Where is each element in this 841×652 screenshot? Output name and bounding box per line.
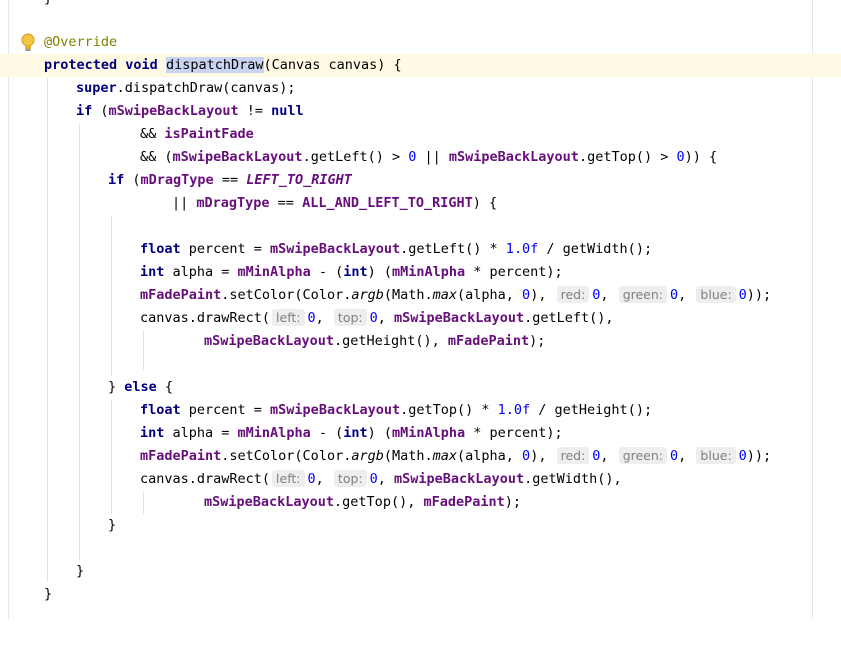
code-line[interactable]: if (mSwipeBackLayout != null: [0, 100, 841, 123]
code-line[interactable]: canvas.drawRect(left: 0, top: 0, mSwipeBac…: [0, 468, 841, 491]
param-hint: green:: [618, 447, 668, 464]
param-hint: red:: [556, 286, 590, 303]
code-line[interactable]: canvas.drawRect(left: 0, top: 0, mSwipeBac…: [0, 307, 841, 330]
code-line[interactable]: if (mDragType == LEFT_TO_RIGHT: [0, 169, 841, 192]
code-line[interactable]: mFadePaint.setColor(Color.argb(Math.max(…: [0, 284, 841, 307]
code-line[interactable]: && isPaintFade: [0, 123, 841, 146]
code-editor[interactable]: } @Override protected void dispatchDraw(…: [0, 0, 841, 619]
code-line[interactable]: super.dispatchDraw(canvas);: [0, 77, 841, 100]
code-line[interactable]: || mDragType == ALL_AND_LEFT_TO_RIGHT) {: [0, 192, 841, 215]
param-hint: red:: [556, 447, 590, 464]
code-line[interactable]: int alpha = mMinAlpha - (int) (mMinAlpha…: [0, 261, 841, 284]
method-signature: protected void dispatchDraw(Canvas canva…: [44, 57, 402, 73]
code-line[interactable]: && (mSwipeBackLayout.getLeft() > 0 || mS…: [0, 146, 841, 169]
code-line[interactable]: mSwipeBackLayout.getTop(), mFadePaint);: [0, 491, 841, 514]
code-line[interactable]: }: [0, 560, 841, 583]
code-line[interactable]: mFadePaint.setColor(Color.argb(Math.max(…: [0, 445, 841, 468]
param-hint: left:: [272, 470, 305, 487]
selected-identifier: dispatchDraw: [165, 57, 264, 73]
code-line[interactable]: @Override: [0, 31, 841, 54]
code-line[interactable]: int alpha = mMinAlpha - (int) (mMinAlpha…: [0, 422, 841, 445]
annotation-text: @Override: [44, 34, 118, 50]
param-hint: top:: [333, 470, 367, 487]
code-line[interactable]: }: [0, 583, 841, 606]
code-line[interactable]: }: [44, 0, 52, 6]
code-line[interactable]: mSwipeBackLayout.getHeight(), mFadePaint…: [0, 330, 841, 353]
code-line[interactable]: } else {: [0, 376, 841, 399]
param-hint: green:: [618, 286, 668, 303]
code-line-current[interactable]: protected void dispatchDraw(Canvas canva…: [0, 54, 841, 77]
code-line[interactable]: float percent = mSwipeBackLayout.getLeft…: [0, 238, 841, 261]
code-line[interactable]: float percent = mSwipeBackLayout.getTop(…: [0, 399, 841, 422]
param-hint: blue:: [696, 286, 736, 303]
param-hint: top:: [333, 309, 367, 326]
code-line[interactable]: }: [0, 514, 841, 537]
param-hint: left:: [272, 309, 305, 326]
param-hint: blue:: [696, 447, 736, 464]
